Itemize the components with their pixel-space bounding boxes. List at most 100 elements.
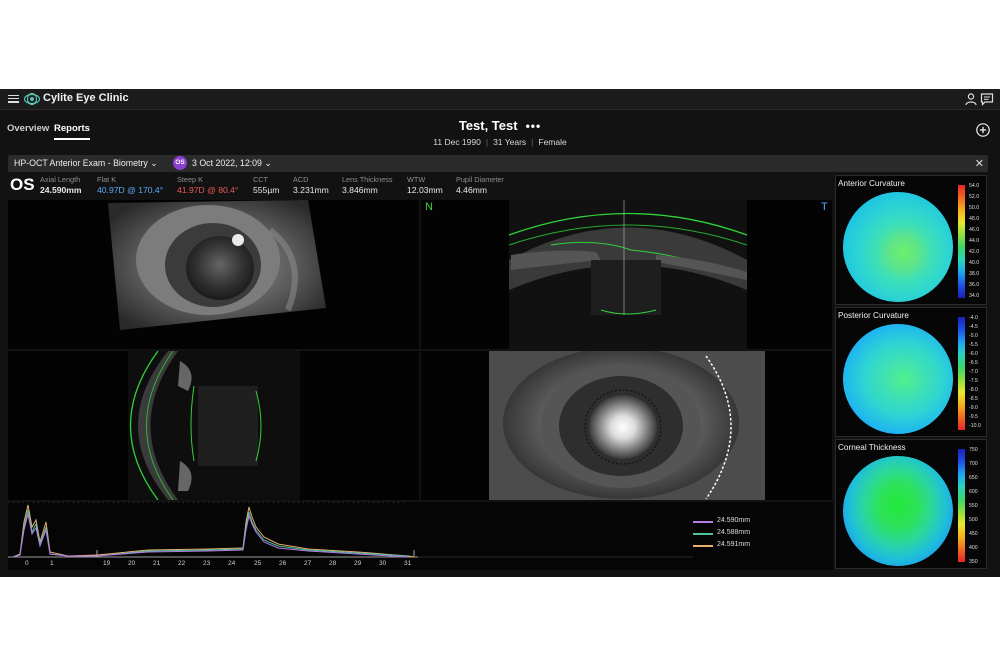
metric-label: Pupil Diameter <box>456 175 504 184</box>
metric-acd: ACD 3.231mm <box>293 175 329 195</box>
exam-type-dropdown[interactable]: HP-OCT Anterior Exam - Biometry ⌄ <box>14 158 158 169</box>
patient-name: Test, Test ••• <box>0 118 1000 133</box>
metric-label: ACD <box>293 175 309 184</box>
eye-photo-panel[interactable] <box>8 200 419 349</box>
patient-header: Overview Reports Test, Test ••• 11 Dec 19… <box>0 110 1000 155</box>
map-title: Anterior Curvature <box>838 179 905 188</box>
metric-value: 3.231mm <box>293 185 329 195</box>
tick-label: 450 <box>969 531 978 537</box>
metric-label: Steep K <box>177 175 203 184</box>
metric-axial-length: Axial Length 24.590mm <box>40 175 82 195</box>
user-account-icon[interactable] <box>964 92 978 106</box>
metric-value: 3.846mm <box>342 185 378 195</box>
x-tick-label: 27 <box>304 560 312 567</box>
metric-value: 41.97D @ 80.4° <box>177 185 239 195</box>
legend-label: 24.591mm <box>717 541 751 548</box>
hamburger-menu-icon[interactable] <box>8 93 19 104</box>
x-tick-label: 29 <box>354 560 362 567</box>
legend-label: 24.590mm <box>717 517 751 524</box>
tick-label: 400 <box>969 545 978 551</box>
app-window: Cylite Eye Clinic Overview Reports Test,… <box>0 89 1000 577</box>
tick-label: -4.0 <box>969 315 978 321</box>
metric-label: Lens Thickness <box>342 175 393 184</box>
metric-cct: CCT 555µm <box>253 175 279 195</box>
tick-label: 44.0 <box>969 238 980 244</box>
oct-scan-vertical-image <box>128 351 300 500</box>
x-tick-label: 1 <box>50 560 54 567</box>
metric-label: CCT <box>253 175 268 184</box>
corneal-thickness-heatmap <box>843 456 953 566</box>
tick-label: 500 <box>969 517 978 523</box>
clinic-logo-icon <box>24 93 40 105</box>
patient-age: 31 Years <box>493 137 527 147</box>
tick-label: 54.0 <box>969 183 980 189</box>
divider: | <box>485 137 489 147</box>
x-tick-label: 24 <box>228 560 236 567</box>
eye-photo-image <box>108 200 326 330</box>
tick-label: -5.0 <box>969 333 978 339</box>
metric-label: Flat K <box>97 175 117 184</box>
clinic-name: Cylite Eye Clinic <box>43 92 129 104</box>
map-title: Posterior Curvature <box>838 311 909 320</box>
tick-label: -8.0 <box>969 387 978 393</box>
tick-label: -8.5 <box>969 396 978 402</box>
chevron-down-icon: ⌄ <box>264 158 272 168</box>
metric-value: 555µm <box>253 185 280 195</box>
x-tick-label: 0 <box>25 560 29 567</box>
metric-value: 24.590mm <box>40 185 82 195</box>
x-tick-label: 26 <box>279 560 287 567</box>
add-circle-icon[interactable] <box>976 123 990 137</box>
metric-label: WTW <box>407 175 426 184</box>
anterior-curvature-heatmap <box>843 192 953 302</box>
tick-label: -10.0 <box>969 423 981 429</box>
axial-length-ascan-graph[interactable]: 0 1 19 20 21 22 23 24 25 26 27 28 29 30 … <box>8 501 833 570</box>
iris-image-panel[interactable] <box>421 351 832 500</box>
posterior-curvature-map[interactable]: Posterior Curvature -4.0 -4.5 -5.0 -5.5 … <box>835 307 987 437</box>
patient-name-text: Test, Test <box>458 118 518 133</box>
tick-label: 48.0 <box>969 216 980 222</box>
metric-value: 40.97D @ 170.4° <box>97 185 164 195</box>
exam-selector-bar: HP-OCT Anterior Exam - Biometry ⌄ OS 3 O… <box>8 155 988 172</box>
tick-label: 36.0 <box>969 282 980 288</box>
metric-lens-thickness: Lens Thickness 3.846mm <box>342 175 393 195</box>
metric-pupil-diameter: Pupil Diameter 4.46mm <box>456 175 504 195</box>
tick-label: -7.0 <box>969 369 978 375</box>
close-exam-button[interactable]: ✕ <box>975 157 984 170</box>
tick-label: 600 <box>969 489 978 495</box>
legend-label: 24.588mm <box>717 529 751 536</box>
x-tick-label: 20 <box>128 560 136 567</box>
tick-label: -5.5 <box>969 342 978 348</box>
chevron-down-icon: ⌄ <box>150 158 158 168</box>
corneal-thickness-map[interactable]: Corneal Thickness 750 700 650 600 550 50… <box>835 439 987 569</box>
posterior-colorbar-ticks: -4.0 -4.5 -5.0 -5.5 -6.0 -6.5 -7.0 -7.5 … <box>969 315 985 433</box>
anterior-curvature-map[interactable]: Anterior Curvature 54.0 52.0 50.0 48.0 4… <box>835 175 987 305</box>
metric-steep-k: Steep K 41.97D @ 80.4° <box>177 175 238 195</box>
tick-label: 350 <box>969 559 978 565</box>
tick-label: 52.0 <box>969 194 980 200</box>
x-tick-label: 23 <box>203 560 211 567</box>
eye-badge: OS <box>173 156 187 170</box>
tick-label: 50.0 <box>969 205 980 211</box>
exam-type-label: HP-OCT Anterior Exam - Biometry <box>14 158 148 168</box>
tick-label: -9.0 <box>969 405 978 411</box>
exam-date-label: 3 Oct 2022, 12:09 <box>192 158 262 168</box>
patient-sex: Female <box>538 137 567 147</box>
tick-label: 650 <box>969 475 978 481</box>
eye-label: OS <box>10 175 35 194</box>
anterior-colorbar-ticks: 54.0 52.0 50.0 48.0 46.0 44.0 42.0 40.0 … <box>969 183 985 301</box>
temporal-label: T <box>821 201 828 213</box>
exam-date-dropdown[interactable]: 3 Oct 2022, 12:09 ⌄ <box>192 158 272 169</box>
tick-label: 700 <box>969 461 978 467</box>
more-options-button[interactable]: ••• <box>526 119 542 133</box>
oct-scan-horizontal-panel[interactable]: N T <box>421 200 832 349</box>
oct-scan-vertical-panel[interactable] <box>8 351 419 500</box>
divider: | <box>531 137 534 147</box>
metric-label: Axial Length <box>40 175 81 184</box>
feedback-message-icon[interactable] <box>980 92 994 106</box>
legend-swatch <box>693 545 713 547</box>
x-tick-label: 19 <box>103 560 111 567</box>
metric-value: 4.46mm <box>456 185 488 195</box>
x-tick-label: 21 <box>153 560 161 567</box>
thickness-colorbar <box>958 449 965 562</box>
oct-scan-horizontal-image <box>508 200 748 349</box>
